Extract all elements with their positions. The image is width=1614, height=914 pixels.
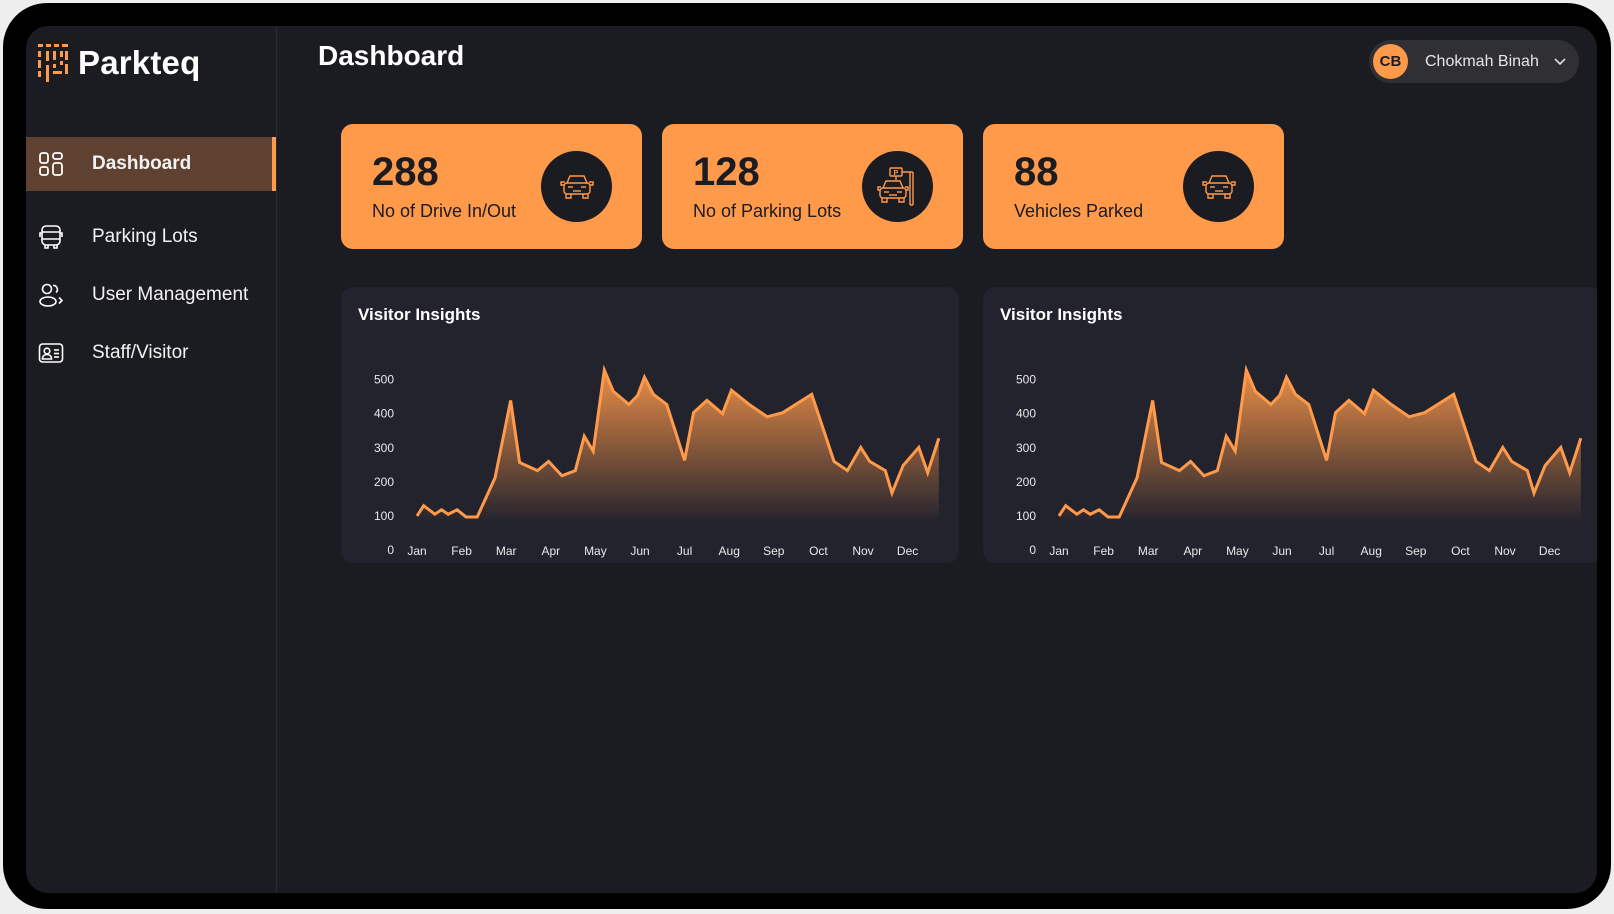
x-tick-label: Apr bbox=[1183, 544, 1202, 558]
y-tick-label: 500 bbox=[374, 373, 394, 387]
stat-label: Vehicles Parked bbox=[1014, 201, 1144, 221]
x-tick-label: Aug bbox=[1361, 544, 1382, 558]
y-tick-label: 500 bbox=[1016, 373, 1036, 387]
stat-icon-circle bbox=[541, 151, 612, 222]
x-tick-label: Jan bbox=[1049, 544, 1068, 558]
x-tick-label: Jun bbox=[630, 544, 649, 558]
visitor-insights-panel: Visitor Insights 0 100 200 300 400 500 Jan Feb M… bbox=[341, 287, 959, 563]
app-name: Parkteq bbox=[78, 44, 201, 81]
x-tick-label: Jul bbox=[1319, 544, 1334, 558]
x-tick-label: Mar bbox=[1138, 544, 1159, 558]
stat-value: 128 bbox=[693, 150, 760, 194]
y-tick-label: 200 bbox=[1016, 475, 1036, 489]
x-tick-label: Feb bbox=[451, 544, 472, 558]
logo[interactable]: Parkteq bbox=[38, 44, 200, 82]
device-frame: Parkteq Dashboard Parking Lots User Mana… bbox=[3, 3, 1611, 909]
sidebar-item-dashboard[interactable]: Dashboard bbox=[26, 137, 276, 191]
y-tick-label: 200 bbox=[374, 475, 394, 489]
stat-card-vehicles-parked[interactable]: 88 Vehicles Parked bbox=[983, 124, 1284, 249]
y-tick-label: 100 bbox=[1016, 509, 1036, 523]
x-tick-label: Sep bbox=[763, 544, 785, 558]
y-tick-label: 100 bbox=[374, 509, 394, 523]
x-tick-label: Dec bbox=[1539, 544, 1560, 558]
y-tick-label: 400 bbox=[1016, 407, 1036, 421]
sidebar-item-staff-visitor[interactable]: Staff/Visitor bbox=[26, 326, 276, 380]
stat-icon-circle bbox=[1183, 151, 1254, 222]
y-tick-label: 400 bbox=[374, 407, 394, 421]
stat-label: No of Parking Lots bbox=[693, 201, 842, 221]
parkteq-logo-icon bbox=[38, 44, 68, 82]
x-tick-label: Apr bbox=[541, 544, 560, 558]
x-tick-label: May bbox=[1226, 544, 1249, 558]
page-title: Dashboard bbox=[318, 40, 465, 71]
car-icon bbox=[559, 174, 594, 199]
user-menu[interactable]: CB Chokmah Binah bbox=[1369, 40, 1579, 83]
app-screen: Parkteq Dashboard Parking Lots User Mana… bbox=[26, 26, 1597, 893]
sidebar-item-parking-lots[interactable]: Parking Lots bbox=[26, 210, 276, 264]
x-tick-label: Oct bbox=[1451, 544, 1470, 558]
avatar: CB bbox=[1373, 44, 1408, 79]
bus-icon bbox=[39, 225, 63, 249]
stat-card-drive-in-out[interactable]: 288 No of Drive In/Out bbox=[341, 124, 642, 249]
stat-value: 88 bbox=[1014, 150, 1059, 194]
x-tick-label: Nov bbox=[1494, 544, 1515, 558]
id-card-icon bbox=[38, 343, 64, 363]
sidebar-item-label: Dashboard bbox=[92, 153, 192, 174]
chevron-down-icon[interactable] bbox=[1553, 54, 1567, 68]
x-tick-label: Jan bbox=[407, 544, 426, 558]
parking-car-icon: P bbox=[876, 166, 914, 206]
stat-value: 288 bbox=[372, 150, 439, 194]
stat-card-parking-lots[interactable]: 128 No of Parking Lots P bbox=[662, 124, 963, 249]
main-content: Dashboard CB Chokmah Binah 288 No of Dri… bbox=[277, 26, 1597, 893]
sidebar-item-label: Staff/Visitor bbox=[92, 342, 189, 363]
visitor-insights-chart: 0 100 200 300 400 500 Jan Feb Mar Apr May Jun Jul Aug… bbox=[374, 364, 941, 558]
x-tick-label: May bbox=[584, 544, 607, 558]
users-icon bbox=[39, 283, 64, 307]
sidebar: Parkteq Dashboard Parking Lots User Mana… bbox=[26, 26, 277, 893]
x-tick-label: Jul bbox=[677, 544, 692, 558]
svg-text:P: P bbox=[893, 170, 898, 177]
y-tick-label: 0 bbox=[1029, 543, 1036, 557]
stat-icon-circle: P bbox=[862, 151, 933, 222]
x-tick-label: Aug bbox=[719, 544, 740, 558]
x-tick-label: Dec bbox=[897, 544, 918, 558]
sidebar-item-label: Parking Lots bbox=[92, 226, 198, 247]
x-tick-label: Nov bbox=[852, 544, 873, 558]
x-tick-label: Sep bbox=[1405, 544, 1427, 558]
x-tick-label: Oct bbox=[809, 544, 828, 558]
user-name: Chokmah Binah bbox=[1425, 52, 1539, 70]
x-tick-label: Mar bbox=[496, 544, 517, 558]
visitor-insights-panel-2: Visitor Insights 0 100 200 300 400 500 Jan Feb M… bbox=[983, 287, 1597, 563]
dashboard-grid-icon bbox=[39, 152, 63, 176]
y-tick-label: 300 bbox=[1016, 441, 1036, 455]
car-icon bbox=[1201, 174, 1236, 199]
x-tick-label: Jun bbox=[1272, 544, 1291, 558]
y-tick-label: 300 bbox=[374, 441, 394, 455]
x-tick-label: Feb bbox=[1093, 544, 1114, 558]
stat-label: No of Drive In/Out bbox=[372, 201, 517, 221]
sidebar-item-label: User Management bbox=[92, 284, 249, 305]
sidebar-item-user-management[interactable]: User Management bbox=[26, 268, 276, 322]
visitor-insights-chart: 0 100 200 300 400 500 Jan Feb Mar Apr May Jun Jul Aug… bbox=[1016, 364, 1583, 558]
y-tick-label: 0 bbox=[387, 543, 394, 557]
